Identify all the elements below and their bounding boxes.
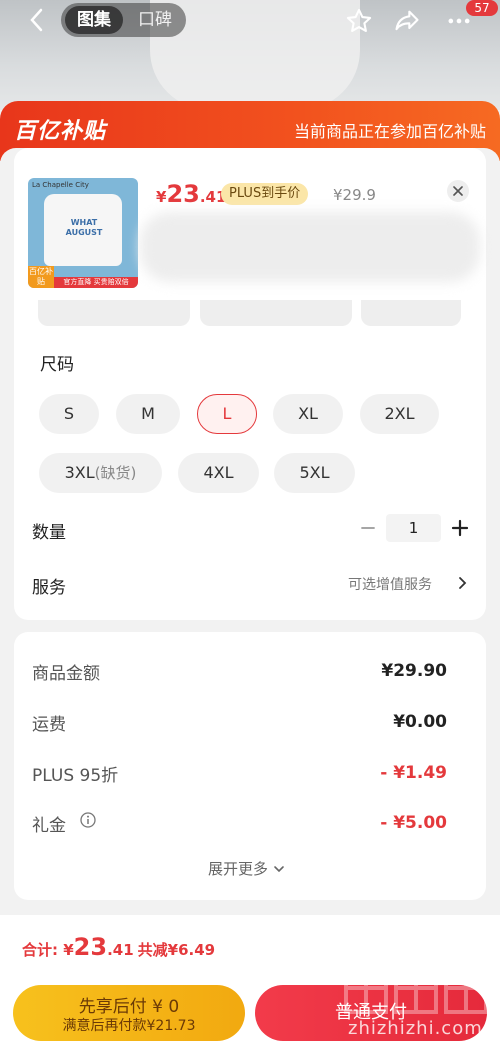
service-options-link[interactable]: 可选增值服务 <box>348 574 432 594</box>
total-savings: 共减¥6.49 <box>137 941 216 959</box>
shipping-value: ¥0.00 <box>393 712 447 732</box>
gift-money-value: - ¥5.00 <box>380 813 447 833</box>
gift-info-button[interactable] <box>80 812 96 828</box>
price-integer: 23 <box>166 180 200 208</box>
minus-icon <box>361 527 375 529</box>
total-decimal: .41 <box>107 941 134 959</box>
size-option-l-selected[interactable]: L <box>197 394 257 434</box>
quantity-decrease-button[interactable] <box>360 517 376 539</box>
close-icon <box>453 186 463 196</box>
out-of-stock-label: (缺货) <box>94 464 137 482</box>
size-title: 尺码 <box>40 355 74 375</box>
pay-later-subtitle: 满意后再付款¥21.73 <box>62 1018 196 1034</box>
expand-more-button[interactable]: 展开更多 <box>208 858 285 879</box>
plus-icon <box>451 519 469 537</box>
expand-more-label: 展开更多 <box>208 860 269 878</box>
tab-gallery[interactable]: 图集 <box>65 6 123 34</box>
size-option-m[interactable]: M <box>116 394 180 434</box>
gift-money-label: 礼金 <box>32 816 66 836</box>
star-icon <box>346 8 372 32</box>
chevron-left-icon <box>30 8 43 32</box>
tab-reputation[interactable]: 口碑 <box>127 6 183 34</box>
final-price: ¥23.41 <box>156 180 226 208</box>
info-icon <box>80 812 96 828</box>
total-integer: 23 <box>73 933 108 961</box>
goods-amount-label: 商品金额 <box>32 664 100 684</box>
notification-badge: 57 <box>466 0 498 16</box>
size-option-xl[interactable]: XL <box>273 394 343 434</box>
pay-later-title: 先享后付 ¥ 0 <box>78 997 180 1017</box>
thumb-print-text: WHAT AUGUST <box>65 218 103 237</box>
blurred-color-options <box>140 212 480 282</box>
plus-discount-value: - ¥1.49 <box>380 763 447 783</box>
thumb-subsidy-tag: 百亿补贴 <box>28 266 54 288</box>
size-option-3xl[interactable]: 3XL(缺货) <box>39 453 162 493</box>
share-icon <box>395 10 419 31</box>
blurred-color-option[interactable] <box>361 300 461 326</box>
service-chevron[interactable] <box>457 575 469 591</box>
size-option-4xl[interactable]: 4XL <box>178 453 259 493</box>
service-label: 服务 <box>32 578 66 598</box>
watermark-text: zhizhizhi.com <box>348 1018 483 1039</box>
size-option-s[interactable]: S <box>39 394 99 434</box>
pay-later-button[interactable]: 先享后付 ¥ 0 满意后再付款¥21.73 <box>13 985 245 1041</box>
blurred-color-option[interactable] <box>200 300 352 326</box>
subsidy-logo: 百亿补贴 <box>14 119 107 144</box>
size-option-5xl[interactable]: 5XL <box>274 453 355 493</box>
chevron-right-icon <box>459 577 467 589</box>
thumb-brand: La Chapelle City <box>32 181 89 189</box>
back-button[interactable] <box>22 6 50 34</box>
chevron-down-icon <box>273 866 284 873</box>
original-price: ¥29.9 <box>333 186 376 204</box>
order-total: 合计: ¥23.41 共减¥6.49 <box>22 933 215 961</box>
size-option-3xl-label: 3XL <box>64 463 95 482</box>
favorite-button[interactable] <box>343 5 375 37</box>
price-currency: ¥ <box>156 188 167 206</box>
plus-discount-label: PLUS 95折 <box>32 766 119 786</box>
gallery-tab-switch: 图集 口碑 <box>61 3 186 37</box>
total-label: 合计: <box>22 941 64 959</box>
size-option-2xl[interactable]: 2XL <box>360 394 439 434</box>
shipping-label: 运费 <box>32 715 66 735</box>
close-button[interactable] <box>447 180 469 202</box>
blurred-color-option[interactable] <box>38 300 190 326</box>
share-button[interactable] <box>391 5 423 37</box>
subsidy-note: 当前商品正在参加百亿补贴 <box>293 122 486 141</box>
top-bar: 图集 口碑 57 <box>0 0 500 44</box>
quantity-increase-button[interactable] <box>451 517 469 539</box>
quantity-label: 数量 <box>32 523 66 543</box>
plus-price-tag: PLUS到手价 <box>221 183 309 205</box>
total-currency: ¥ <box>63 941 74 959</box>
goods-amount-value: ¥29.90 <box>381 661 447 681</box>
thumb-guarantee-tag: 官方直降 买贵赔双倍 <box>54 277 138 288</box>
product-thumbnail[interactable]: La Chapelle City WHAT AUGUST 百亿补贴 官方直降 买… <box>28 178 138 288</box>
quantity-value[interactable]: 1 <box>386 514 441 542</box>
